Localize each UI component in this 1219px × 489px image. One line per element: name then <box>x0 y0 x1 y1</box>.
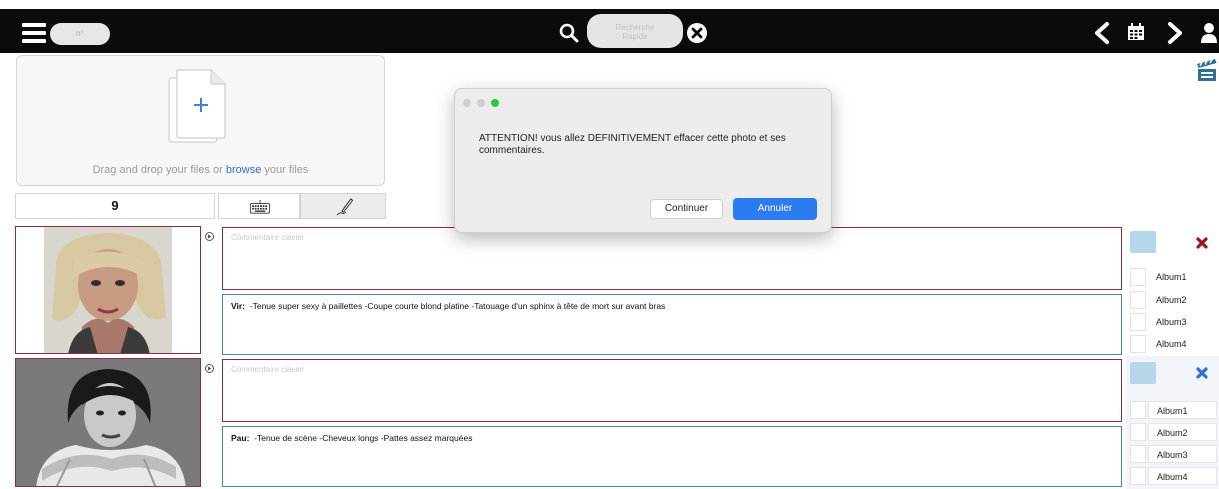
cancel-button[interactable]: Annuler <box>733 198 817 220</box>
photo-entry-1: Commentaire clavier Vir: -Tenue super se… <box>0 224 1219 356</box>
keyboard-comment-placeholder: Commentaire clavier <box>231 365 305 374</box>
comment-author: Vir: <box>231 301 246 311</box>
handwritten-comment-field[interactable]: Vir: -Tenue super sexy à paillettes -Cou… <box>222 294 1122 355</box>
window-zoom-dot[interactable] <box>491 99 499 107</box>
add-file-icon[interactable] <box>165 66 231 146</box>
expand-arrow-icon[interactable] <box>205 232 214 241</box>
search-placeholder-line1: Recherche <box>615 23 655 32</box>
search-icon[interactable] <box>558 22 580 44</box>
comment-note: Pau: -Tenue de scène -Cheveux longs -Pat… <box>231 433 472 443</box>
album-checkbox[interactable] <box>1130 291 1146 309</box>
album-label: Album4 <box>1148 467 1217 485</box>
expand-arrow-icon[interactable] <box>205 364 214 373</box>
number-input[interactable]: n° <box>50 23 110 45</box>
user-settings-icon[interactable] <box>1200 22 1219 44</box>
album-label: Album1 <box>1148 401 1217 419</box>
film-clapperboard-icon[interactable] <box>1196 58 1218 82</box>
top-bar: n° Recherche Rapide <box>0 9 1219 53</box>
album-option[interactable]: Album4 <box>1130 335 1219 355</box>
quick-search-input[interactable]: Recherche Rapide <box>587 14 683 48</box>
next-chevron-icon[interactable] <box>1165 21 1185 45</box>
comment-note: Vir: -Tenue super sexy à paillettes -Cou… <box>231 301 665 311</box>
album-option[interactable]: Album3 <box>1130 313 1219 333</box>
photo-count: 9 <box>15 193 215 219</box>
album-label: Album1 <box>1148 268 1217 286</box>
handwriting-mode-tab[interactable] <box>300 193 386 219</box>
album-checkbox[interactable] <box>1130 335 1146 353</box>
comment-text: -Tenue super sexy à paillettes -Coupe co… <box>249 301 666 311</box>
album-checkbox[interactable] <box>1130 268 1146 286</box>
album-option[interactable]: Album2 <box>1130 423 1219 443</box>
delete-confirmation-dialog: ATTENTION! vous allez DEFINITIVEMENT eff… <box>454 88 832 233</box>
album-checkbox[interactable] <box>1130 401 1146 419</box>
color-swatch[interactable] <box>1130 231 1156 253</box>
album-checkbox[interactable] <box>1130 423 1146 441</box>
continue-button[interactable]: Continuer <box>650 199 723 219</box>
album-label: Album2 <box>1148 423 1217 441</box>
album-label: Album2 <box>1148 291 1217 309</box>
photo-thumbnail[interactable] <box>15 358 201 487</box>
portrait-image <box>16 359 200 486</box>
file-dropzone[interactable]: Drag and drop your files or browse your … <box>16 55 385 186</box>
window-minimize-dot[interactable] <box>477 99 485 107</box>
album-option[interactable]: Album1 <box>1130 268 1219 288</box>
keyboard-comment-field[interactable]: Commentaire clavier <box>222 227 1122 290</box>
comment-author: Pau: <box>231 433 250 443</box>
album-label: Album4 <box>1148 335 1217 353</box>
browse-link[interactable]: browse <box>226 164 261 176</box>
keyboard-icon <box>249 200 271 214</box>
delete-x-icon[interactable] <box>1195 236 1209 250</box>
previous-chevron-icon[interactable] <box>1092 21 1112 45</box>
comment-text: -Tenue de scène -Cheveux longs -Pattes a… <box>254 433 473 443</box>
dialog-message: ATTENTION! vous allez DEFINITIVEMENT eff… <box>479 133 786 156</box>
search-placeholder-line2: Rapide <box>622 32 648 41</box>
album-label: Album3 <box>1148 313 1217 331</box>
dropzone-text-before: Drag and drop your files or <box>92 164 226 176</box>
photo-entry-2: Commentaire clavier Pau: -Tenue de scène… <box>0 356 1219 489</box>
handwritten-comment-field[interactable]: Pau: -Tenue de scène -Cheveux longs -Pat… <box>222 426 1122 487</box>
keyboard-mode-tab[interactable] <box>218 193 300 219</box>
keyboard-comment-field[interactable]: Commentaire clavier <box>222 359 1122 422</box>
portrait-image <box>16 227 200 353</box>
hamburger-menu-icon[interactable] <box>22 23 46 43</box>
window-close-dot[interactable] <box>463 99 471 107</box>
album-option[interactable]: Album3 <box>1130 445 1219 465</box>
photo-thumbnail[interactable] <box>15 226 201 354</box>
calendar-icon[interactable] <box>1126 22 1146 42</box>
keyboard-comment-placeholder: Commentaire clavier <box>231 233 305 242</box>
delete-x-icon[interactable] <box>1195 366 1209 380</box>
album-option[interactable]: Album1 <box>1130 401 1219 421</box>
album-checkbox[interactable] <box>1130 445 1146 463</box>
dropzone-text-after: your files <box>261 164 309 176</box>
album-label: Album3 <box>1148 445 1217 463</box>
album-checkbox[interactable] <box>1130 313 1146 331</box>
pen-icon <box>336 198 354 216</box>
album-checkbox[interactable] <box>1130 467 1146 485</box>
dropzone-text: Drag and drop your files or browse your … <box>17 164 384 176</box>
color-swatch[interactable] <box>1130 362 1156 384</box>
clear-search-icon[interactable] <box>686 22 708 44</box>
album-option[interactable]: Album2 <box>1130 291 1219 311</box>
album-option[interactable]: Album4 <box>1130 467 1219 487</box>
